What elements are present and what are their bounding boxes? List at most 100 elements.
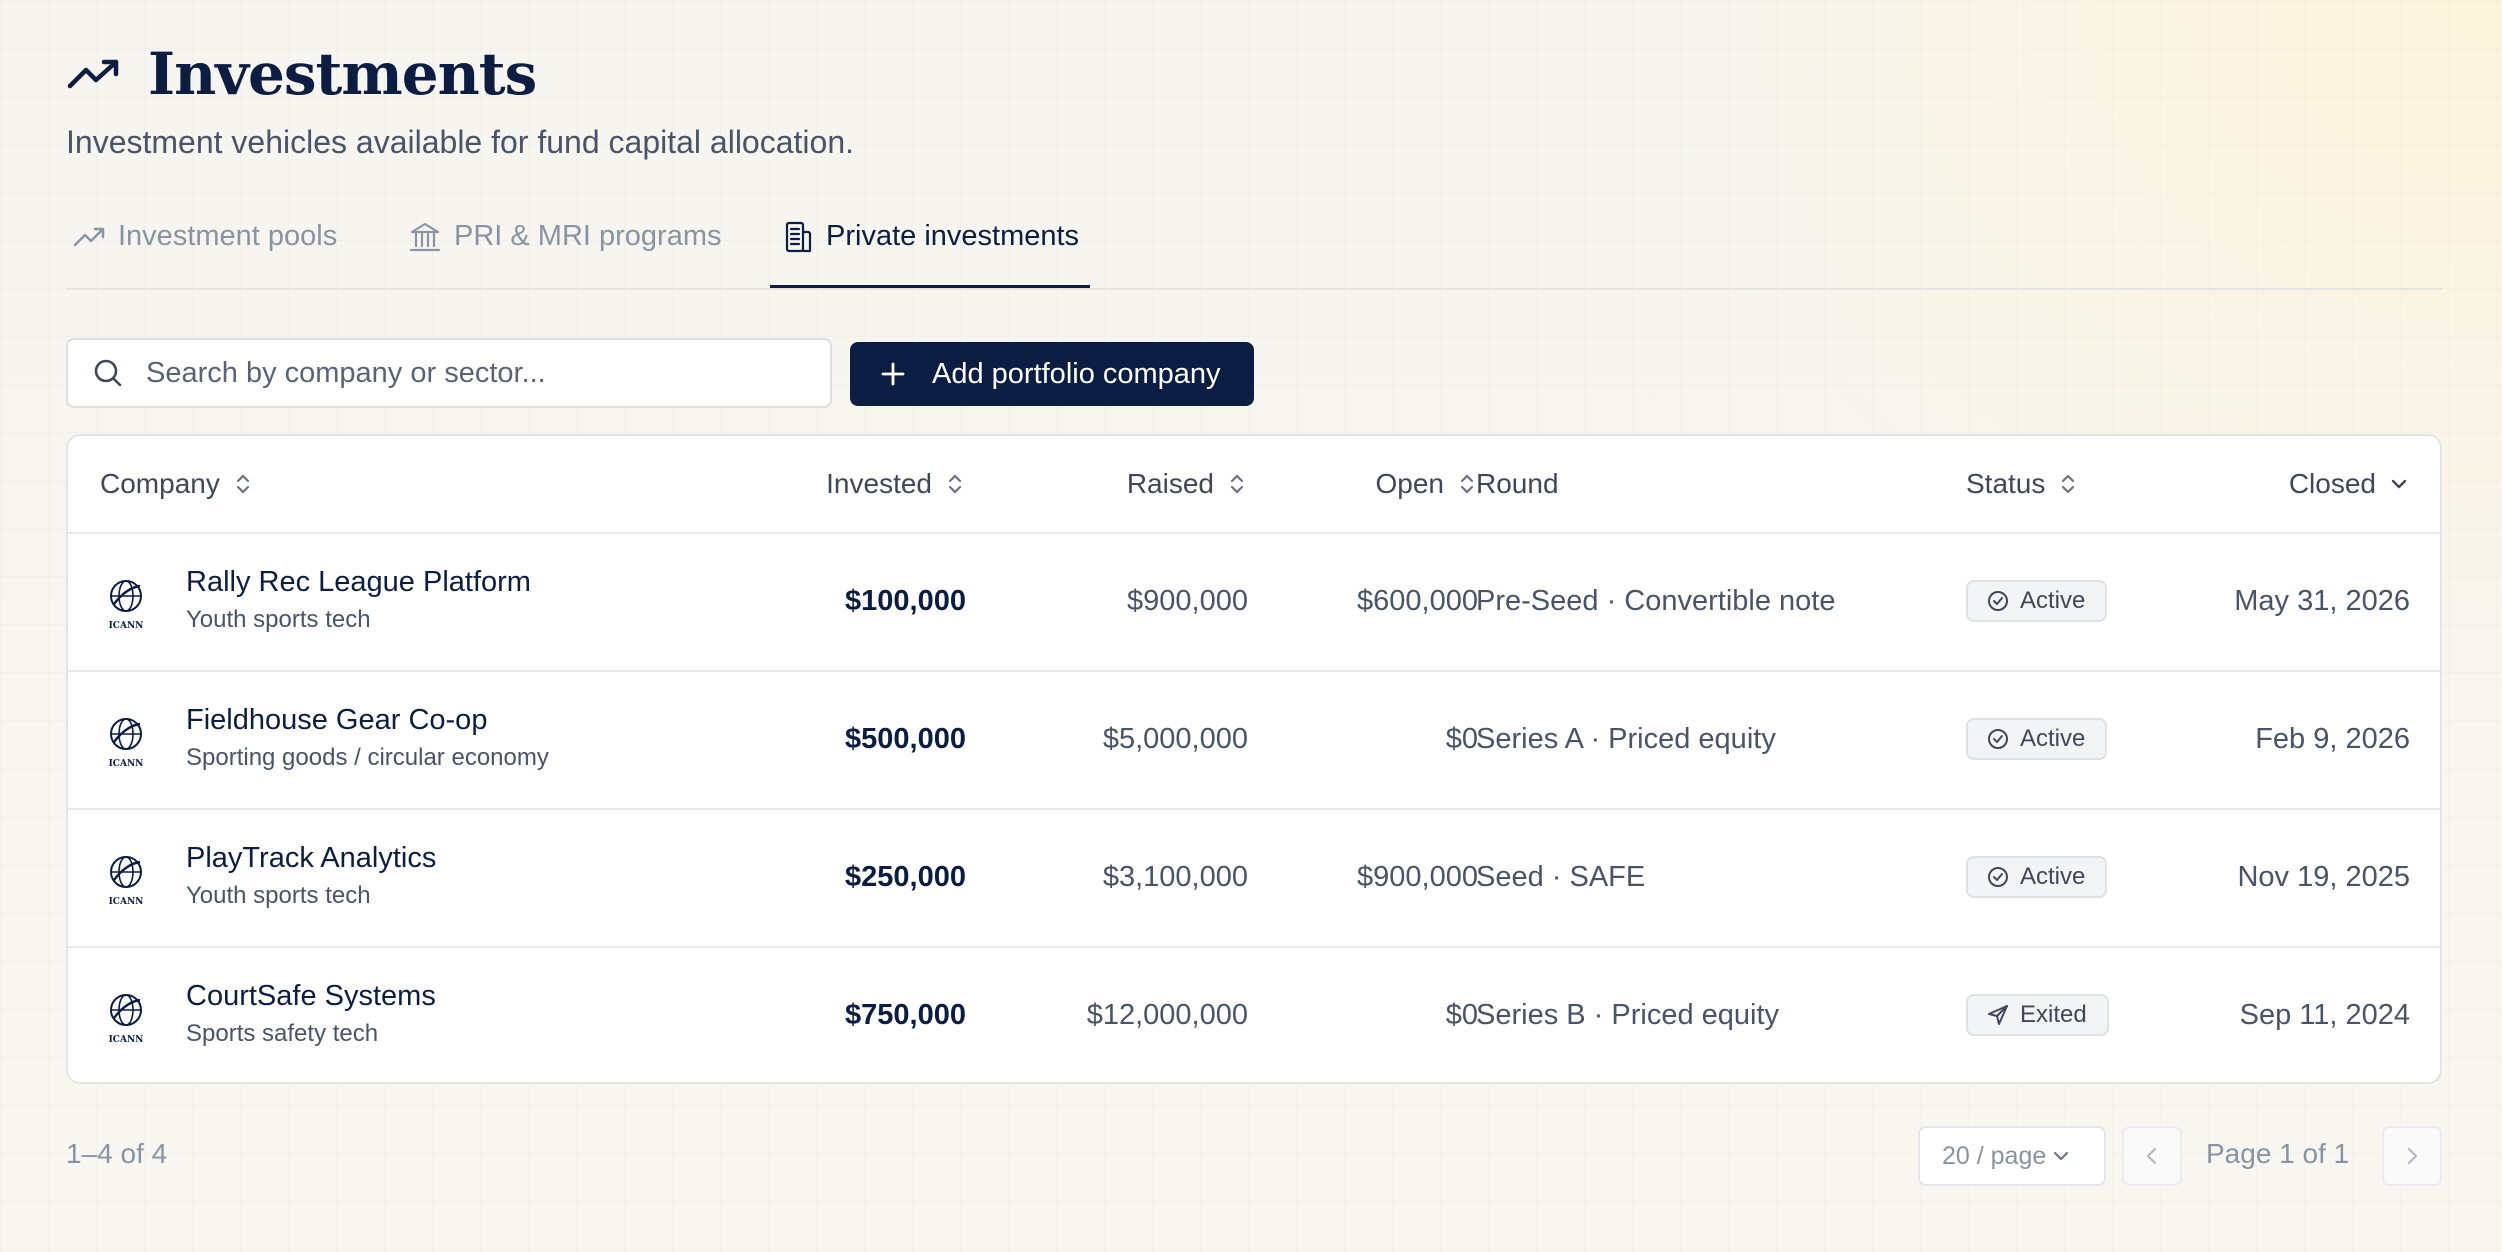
- column-label: Open: [1375, 468, 1445, 499]
- status-badge: Active: [1966, 718, 2108, 760]
- page-size-select[interactable]: 20 / page: [1918, 1126, 2106, 1186]
- closed-date: Sep 11, 2024: [2239, 998, 2410, 1031]
- status-cell: Active: [1966, 532, 2108, 670]
- round-info: Series A · Priced equity: [1476, 722, 1776, 755]
- column-header-open[interactable]: Open: [1248, 436, 1478, 532]
- invested-amount: $250,000: [845, 860, 966, 893]
- company-sector: Sports safety tech: [186, 1020, 379, 1047]
- company-sector: Youth sports tech: [186, 882, 371, 909]
- status-cell: Active: [1966, 808, 2108, 946]
- page-title: Investments: [148, 40, 537, 108]
- status-badge: Active: [1966, 580, 2108, 622]
- status-label: Active: [2020, 863, 2086, 890]
- search-icon: [94, 359, 122, 387]
- table-row[interactable]: ICANN Fieldhouse Gear Co-op Sporting goo…: [68, 670, 2440, 810]
- bank-icon: [409, 222, 441, 252]
- company-name[interactable]: CourtSafe Systems: [186, 980, 436, 1013]
- add-portfolio-company-button[interactable]: Add portfolio company: [850, 342, 1254, 406]
- column-label: Status: [1966, 468, 2046, 499]
- company-logo: ICANN: [109, 580, 144, 631]
- invested-amount: $750,000: [845, 998, 966, 1031]
- status-label: Active: [2020, 725, 2086, 752]
- plus-icon: [881, 362, 905, 386]
- sort-icon: [2062, 474, 2075, 494]
- logo-text: ICANN: [109, 621, 144, 631]
- add-button-label: Add portfolio company: [932, 357, 1221, 390]
- raised-amount: $5,000,000: [1102, 722, 1248, 755]
- status-cell: Active: [1966, 670, 2108, 808]
- company-sector: Youth sports tech: [186, 606, 371, 633]
- page-indicator: Page 1 of 1: [2206, 1138, 2350, 1169]
- page-size-label: 20 / page: [1942, 1141, 2047, 1170]
- trending-up-icon: [67, 59, 119, 89]
- column-label: Closed: [2288, 468, 2376, 499]
- search-box: [66, 338, 832, 408]
- column-label: Company: [100, 468, 220, 499]
- table-row[interactable]: ICANN Rally Rec League Platform Youth sp…: [68, 532, 2440, 672]
- status-cell: Exited: [1966, 946, 2109, 1082]
- company-logo: ICANN: [109, 994, 143, 1045]
- sort-icon: [1460, 474, 1474, 494]
- trending-up-icon: [73, 227, 105, 247]
- tab-pri-mri-programs[interactable]: PRI & MRI programs: [408, 206, 722, 288]
- company-name[interactable]: Fieldhouse Gear Co-op: [186, 704, 487, 737]
- table-row[interactable]: ICANN PlayTrack Analytics Youth sports t…: [68, 808, 2440, 948]
- page-subtitle: Investment vehicles available for fund c…: [66, 124, 854, 160]
- status-label: Active: [2020, 587, 2086, 614]
- building-icon: [785, 221, 812, 253]
- column-label: Round: [1476, 468, 1559, 499]
- closed-date: Feb 9, 2026: [2255, 722, 2410, 755]
- results-count: 1–4 of 4: [66, 1138, 168, 1169]
- open-amount: $0: [1445, 998, 1478, 1031]
- column-header-invested[interactable]: Invested: [668, 436, 966, 532]
- company-logo: ICANN: [109, 718, 143, 769]
- column-header-raised[interactable]: Raised: [968, 436, 1248, 532]
- chevron-down-icon: [2054, 1151, 2069, 1161]
- check-circle-icon: [1988, 591, 2008, 611]
- column-header-status[interactable]: Status: [1966, 436, 2079, 532]
- tab-label: Private investments: [826, 220, 1080, 252]
- sort-icon: [236, 474, 249, 494]
- tab-bar: Investment pools PRI & MRI programs Priv…: [66, 206, 2442, 290]
- table-header: Company Invested Raised Open Round Statu…: [68, 436, 2440, 534]
- company-name[interactable]: PlayTrack Analytics: [186, 842, 436, 875]
- raised-amount: $900,000: [1127, 584, 1248, 617]
- open-amount: $900,000: [1357, 860, 1478, 893]
- round-info: Pre-Seed · Convertible note: [1476, 584, 1836, 617]
- column-header-round: Round: [1476, 436, 1559, 532]
- tab-investment-pools[interactable]: Investment pools: [72, 206, 337, 288]
- tab-private-investments[interactable]: Private investments: [770, 206, 1090, 288]
- tab-label: Investment pools: [118, 220, 338, 252]
- company-name[interactable]: Rally Rec League Platform: [186, 566, 531, 599]
- check-circle-icon: [1988, 729, 2008, 749]
- chevron-down-icon: [2391, 479, 2407, 489]
- next-page-button[interactable]: [2382, 1126, 2442, 1186]
- sort-icon: [1230, 474, 1244, 494]
- company-logo: ICANN: [109, 856, 144, 907]
- search-input[interactable]: [144, 355, 788, 391]
- open-amount: $0: [1445, 722, 1478, 755]
- table-row[interactable]: ICANN CourtSafe Systems Sports safety te…: [68, 946, 2440, 1082]
- closed-date: Nov 19, 2025: [2237, 860, 2410, 893]
- logo-text: ICANN: [109, 897, 144, 907]
- raised-amount: $3,100,000: [1102, 860, 1248, 893]
- column-label: Invested: [826, 468, 932, 499]
- company-sector: Sporting goods / circular economy: [186, 744, 549, 771]
- column-header-closed[interactable]: Closed: [2168, 436, 2410, 532]
- send-icon: [1988, 1005, 2008, 1025]
- closed-date: May 31, 2026: [2234, 584, 2410, 617]
- status-badge: Exited: [1966, 994, 2109, 1036]
- page-header: Investments: [66, 40, 537, 108]
- previous-page-button[interactable]: [2122, 1126, 2182, 1186]
- round-info: Series B · Priced equity: [1476, 998, 1780, 1031]
- column-header-company[interactable]: Company: [100, 436, 254, 532]
- raised-amount: $12,000,000: [1086, 998, 1248, 1031]
- invested-amount: $500,000: [845, 722, 966, 755]
- check-circle-icon: [1988, 867, 2008, 887]
- tab-label: PRI & MRI programs: [454, 220, 722, 252]
- status-label: Exited: [2020, 1001, 2087, 1028]
- chevron-left-icon: [2146, 1147, 2157, 1165]
- column-label: Raised: [1126, 468, 1214, 499]
- sort-icon: [948, 474, 962, 494]
- investments-table: Company Invested Raised Open Round Statu…: [66, 434, 2442, 1084]
